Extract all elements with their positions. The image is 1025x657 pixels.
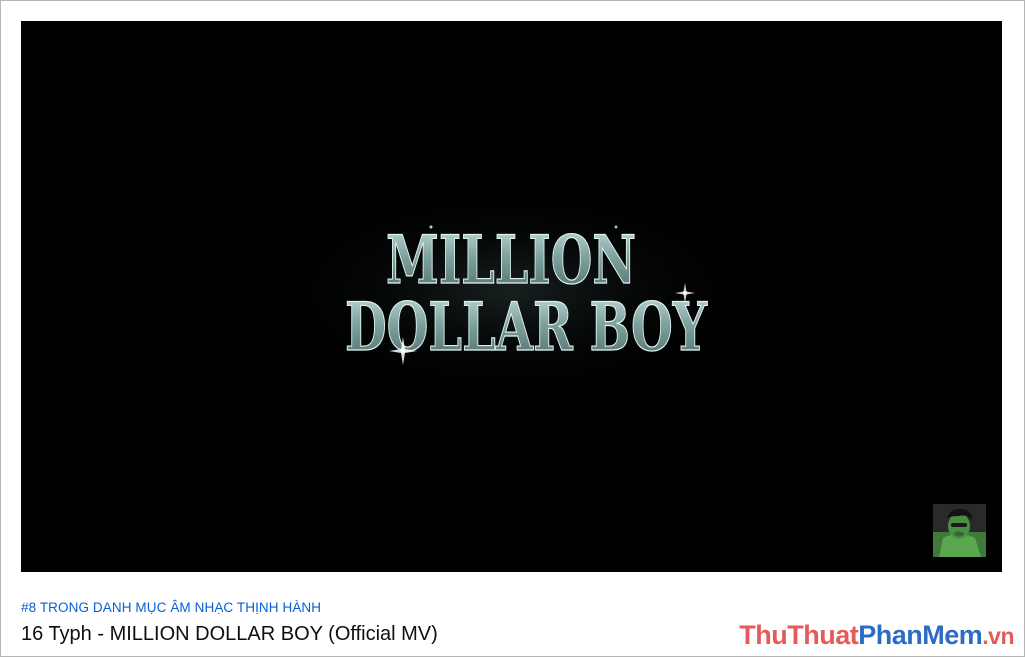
site-watermark-part3: .vn: [982, 623, 1014, 649]
page-frame: MILLION DOLLAR BOY #8 TRONG DANH MỤC ÂM …: [0, 0, 1025, 657]
site-watermark: ThuThuatPhanMem.vn: [739, 619, 1014, 652]
site-watermark-part2: PhanMem: [858, 620, 983, 650]
channel-avatar-icon: [933, 504, 986, 557]
channel-watermark[interactable]: [933, 504, 986, 557]
title-card-line2: DOLLAR BOY: [345, 288, 708, 366]
trending-badge-link[interactable]: #8 TRONG DANH MỤC ÂM NHẠC THỊNH HÀNH: [21, 599, 741, 617]
video-metadata: #8 TRONG DANH MỤC ÂM NHẠC THỊNH HÀNH 16 …: [21, 599, 741, 647]
site-watermark-part1: ThuThuat: [739, 620, 859, 650]
video-title-card: MILLION DOLLAR BOY: [261, 181, 761, 401]
video-title: 16 Typh - MILLION DOLLAR BOY (Official M…: [21, 623, 438, 645]
video-player[interactable]: MILLION DOLLAR BOY: [21, 21, 1002, 572]
